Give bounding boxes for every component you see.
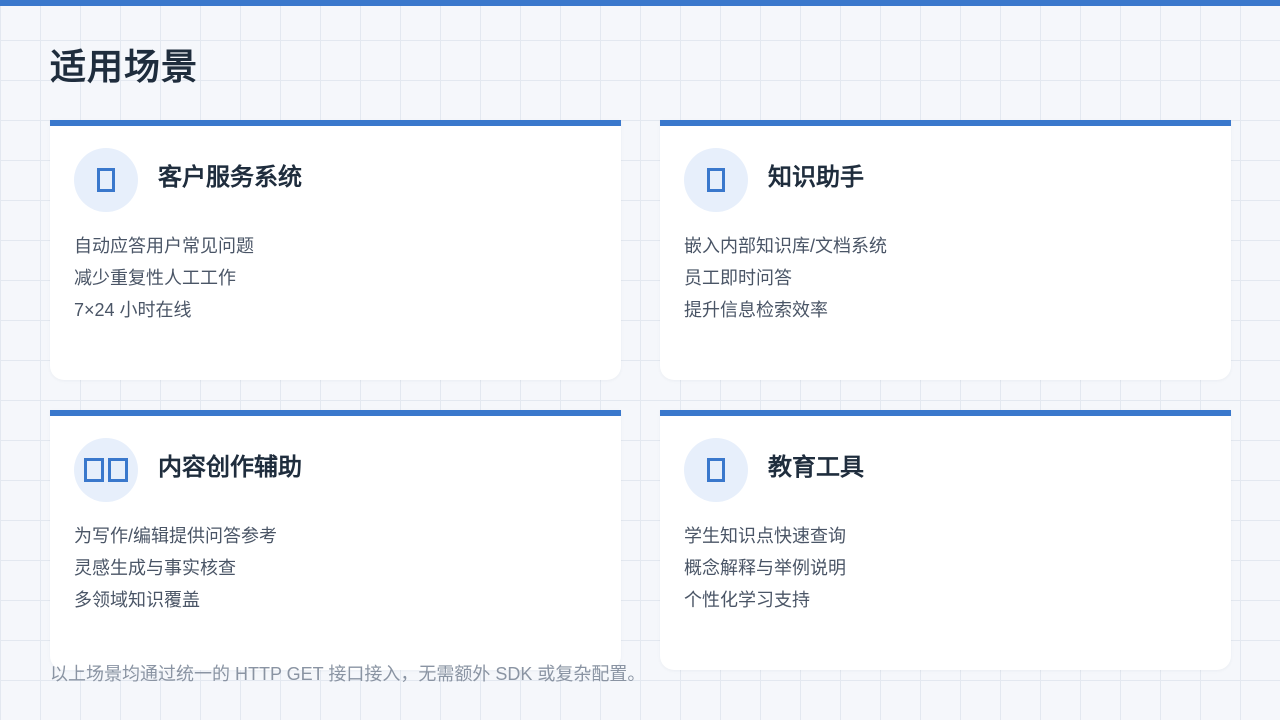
list-item: 为写作/编辑提供问答参考: [74, 526, 277, 546]
scenario-card-education-tools: 教育工具 学生知识点快速查询 概念解释与举例说明 个性化学习支持: [660, 410, 1231, 670]
card-feature-list: 学生知识点快速查询 概念解释与举例说明 个性化学习支持: [684, 520, 846, 616]
list-item: 嵌入内部知识库/文档系统: [684, 236, 887, 256]
scenario-card-knowledge-assistant: 知识助手 嵌入内部知识库/文档系统 员工即时问答 提升信息检索效率: [660, 120, 1231, 380]
scenario-card-customer-service: 客户服务系统 自动应答用户常见问题 减少重复性人工工作 7×24 小时在线: [50, 120, 621, 380]
scenario-card-content-creation: 内容创作辅助 为写作/编辑提供问答参考 灵感生成与事实核查 多领域知识覆盖: [50, 410, 621, 670]
list-item: 多领域知识覆盖: [74, 590, 200, 610]
list-item: 自动应答用户常见问题: [74, 236, 254, 256]
card-title: 内容创作辅助: [158, 454, 302, 481]
card-title: 教育工具: [768, 454, 864, 481]
list-item: 灵感生成与事实核查: [74, 558, 236, 578]
card-title: 知识助手: [768, 164, 864, 191]
top-accent-bar: [0, 0, 1280, 6]
list-item: 学生知识点快速查询: [684, 526, 846, 546]
card-feature-list: 嵌入内部知识库/文档系统 员工即时问答 提升信息检索效率: [684, 230, 887, 326]
missing-glyph-icon: [684, 438, 748, 502]
card-feature-list: 为写作/编辑提供问答参考 灵感生成与事实核查 多领域知识覆盖: [74, 520, 277, 616]
footer-note: 以上场景均通过统一的 HTTP GET 接口接入，无需额外 SDK 或复杂配置。: [50, 664, 646, 684]
card-title: 客户服务系统: [158, 164, 302, 191]
list-item: 7×24 小时在线: [74, 300, 192, 320]
page-title: 适用场景: [50, 46, 199, 87]
list-item: 概念解释与举例说明: [684, 558, 846, 578]
list-item: 员工即时问答: [684, 268, 792, 288]
card-feature-list: 自动应答用户常见问题 减少重复性人工工作 7×24 小时在线: [74, 230, 254, 326]
missing-glyph-icon: [74, 148, 138, 212]
list-item: 个性化学习支持: [684, 590, 810, 610]
missing-glyph-pair-icon: [74, 438, 138, 502]
list-item: 减少重复性人工工作: [74, 268, 236, 288]
list-item: 提升信息检索效率: [684, 300, 828, 320]
missing-glyph-icon: [684, 148, 748, 212]
